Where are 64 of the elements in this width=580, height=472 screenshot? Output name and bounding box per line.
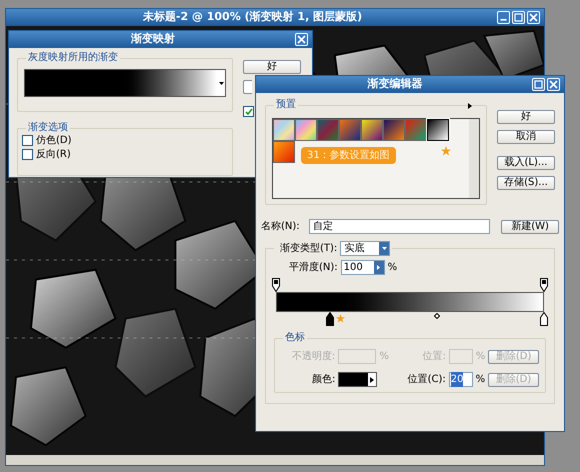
gradient-swatch[interactable] (427, 119, 449, 141)
dialog-button[interactable]: 载入(L)... (497, 156, 555, 170)
dialog-button[interactable]: 存储(S)... (497, 176, 555, 190)
dialog-button[interactable]: 好 (243, 60, 301, 74)
gradient-swatch[interactable] (273, 141, 295, 163)
opacity-stop[interactable] (540, 278, 548, 292)
opacity-stop[interactable] (272, 278, 280, 292)
gradient-swatch[interactable] (295, 119, 317, 141)
minimize-icon[interactable] (497, 11, 510, 24)
star-icon (336, 314, 345, 323)
field-label: 位置(C): (408, 372, 446, 387)
unit-label: % (379, 350, 389, 364)
dialog-button[interactable]: 取消 (497, 130, 555, 144)
gradient-swatch[interactable] (273, 119, 295, 141)
checkbox-label: 仿色(D) (36, 136, 72, 146)
type-dropdown[interactable]: 实底 (340, 241, 390, 256)
field-label: 渐变类型(T): (280, 242, 338, 256)
dialog-title: 渐变映射 (130, 31, 176, 48)
field-label: 名称(N): (261, 220, 301, 234)
close-icon[interactable] (547, 78, 560, 91)
input-field[interactable]: 自定 (308, 219, 490, 234)
group-label: 预置 (274, 99, 298, 111)
close-icon[interactable] (295, 33, 308, 46)
gradient-swatch[interactable] (383, 119, 405, 141)
input-field[interactable]: 20 (448, 372, 473, 387)
unit-label: % (388, 261, 398, 275)
maximize-icon[interactable] (512, 11, 525, 24)
menu-arrow-icon[interactable] (468, 103, 472, 109)
group-label: 色标 (283, 332, 307, 344)
group-label: 灰度映射所用的渐变 (26, 52, 120, 64)
input-field[interactable]: 100 (340, 260, 385, 275)
checkbox-label: 反向(R) (36, 150, 71, 160)
color-stop[interactable] (540, 312, 548, 326)
gradient-swatch[interactable] (317, 119, 339, 141)
field-label: 颜色: (310, 372, 336, 387)
color-swatch-button[interactable] (338, 372, 377, 387)
caret-icon (382, 247, 387, 250)
window-title: 未标题-2 @ 100% (渐变映射 1, 图层蒙版) (142, 9, 364, 26)
gradient-swatch[interactable] (339, 119, 361, 141)
unit-label: % (476, 350, 486, 364)
dialog-button[interactable]: 新建(W) (501, 220, 559, 234)
input-field[interactable] (449, 349, 473, 364)
checkbox[interactable] (22, 149, 33, 160)
gradient-swatch[interactable] (405, 119, 427, 141)
field-label: 位置: (422, 350, 446, 364)
color-stop[interactable] (326, 312, 334, 326)
checkbox[interactable] (22, 135, 33, 146)
close-icon[interactable] (527, 11, 540, 24)
gradient-swatch[interactable] (361, 119, 383, 141)
field-label: 平滑度(N): (289, 260, 338, 275)
maximize-icon[interactable] (532, 78, 545, 91)
dialog-title: 渐变编辑器 (366, 76, 424, 92)
input-field[interactable] (338, 349, 376, 364)
unit-label: % (476, 373, 486, 387)
dialog-button[interactable]: 好 (497, 110, 555, 124)
caret-icon (370, 376, 374, 382)
star-icon (441, 146, 451, 156)
caret-icon (218, 82, 224, 84)
callout-label: 31：参数设置如图 (301, 147, 396, 164)
checkbox[interactable] (243, 106, 254, 117)
group-label: 渐变选项 (26, 122, 70, 134)
dialog-button[interactable] (243, 80, 252, 94)
caret-icon (377, 265, 380, 270)
field-label: 不透明度: (290, 350, 336, 364)
